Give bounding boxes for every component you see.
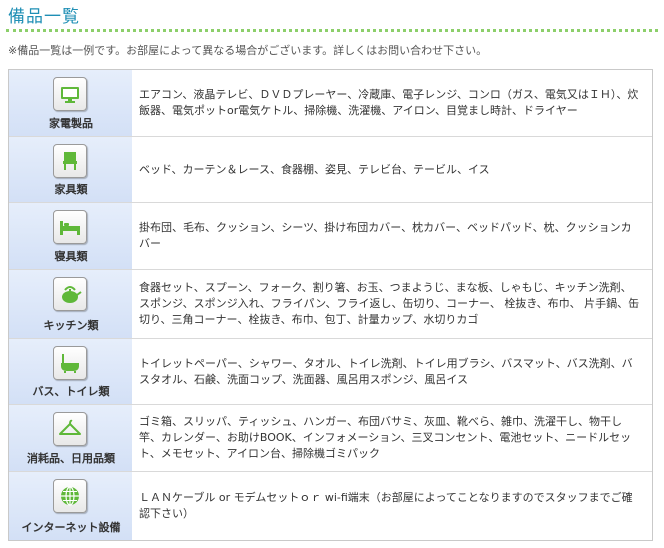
category-label: キッチン類 bbox=[43, 319, 99, 332]
kettle-icon bbox=[53, 277, 87, 311]
furniture-icon bbox=[53, 144, 87, 178]
table-row: 家電製品 エアコン、液晶テレビ、ＤＶＤプレーヤー、冷蔵庫、電子レンジ、コンロ（ガ… bbox=[9, 70, 652, 137]
table-row: バス、トイレ類 トイレットペーパー、シャワー、タオル、トイレ洗剤、トイレ用ブラシ… bbox=[9, 339, 652, 405]
items-text: トイレットペーパー、シャワー、タオル、トイレ洗剤、トイレ用ブラシ、バスマット、バ… bbox=[139, 356, 633, 386]
items-text: 食器セット、スプーン、フォーク、割り箸、お玉、つまようじ、まな板、しゃもじ、キッ… bbox=[139, 281, 640, 326]
table-row: キッチン類 食器セット、スプーン、フォーク、割り箸、お玉、つまようじ、まな板、し… bbox=[9, 270, 652, 339]
items-text: ＬＡＮケーブル or モデムセットｏｒ wi-fi端末（お部屋によってことなりま… bbox=[139, 491, 633, 520]
table-row: インターネット設備 ＬＡＮケーブル or モデムセットｏｒ wi-fi端末（お部… bbox=[9, 472, 652, 540]
category-cell-appliances: 家電製品 bbox=[9, 70, 133, 136]
equipment-table: 家電製品 エアコン、液晶テレビ、ＤＶＤプレーヤー、冷蔵庫、電子レンジ、コンロ（ガ… bbox=[8, 69, 653, 541]
hanger-icon bbox=[53, 412, 87, 446]
items-text: 掛布団、毛布、クッション、シーツ、掛け布団カバー、枕カバー、ベッドパッド、枕、ク… bbox=[139, 221, 632, 250]
items-text: エアコン、液晶テレビ、ＤＶＤプレーヤー、冷蔵庫、電子レンジ、コンロ（ガス、電気又… bbox=[139, 88, 639, 117]
category-cell-internet: インターネット設備 bbox=[9, 472, 133, 540]
items-text: ベッド、カーテン＆レース、食器棚、姿見、テレビ台、テービル、イス bbox=[139, 162, 490, 176]
category-label: 消耗品、日用品類 bbox=[27, 452, 115, 465]
category-label: バス、トイレ類 bbox=[32, 385, 110, 398]
title-divider bbox=[6, 29, 658, 32]
category-cell-kitchen: キッチン類 bbox=[9, 270, 133, 338]
category-label: 寝具類 bbox=[54, 250, 88, 263]
category-label: 家電製品 bbox=[49, 117, 93, 130]
bed-icon bbox=[53, 210, 87, 244]
category-label: 家具類 bbox=[54, 183, 88, 196]
items-text: ゴミ箱、スリッパ、ティッシュ、ハンガー、布団バサミ、灰皿、靴べら、雑巾、洗濯干し… bbox=[139, 415, 632, 460]
tv-icon bbox=[53, 77, 87, 111]
category-cell-consumables: 消耗品、日用品類 bbox=[9, 405, 133, 471]
bath-icon bbox=[53, 346, 87, 380]
table-row: 消耗品、日用品類 ゴミ箱、スリッパ、ティッシュ、ハンガー、布団バサミ、灰皿、靴べ… bbox=[9, 405, 652, 472]
table-row: 寝具類 掛布団、毛布、クッション、シーツ、掛け布団カバー、枕カバー、ベッドパッド… bbox=[9, 203, 652, 270]
category-cell-bath: バス、トイレ類 bbox=[9, 339, 133, 404]
page-title: 備品一覧 bbox=[8, 7, 80, 27]
category-label: インターネット設備 bbox=[21, 521, 121, 534]
disclaimer-note: ※備品一覧は一例です。お部屋によって異なる場合がございます。詳しくはお問い合わせ… bbox=[8, 44, 488, 57]
category-cell-furniture: 家具類 bbox=[9, 137, 133, 202]
table-row: 家具類 ベッド、カーテン＆レース、食器棚、姿見、テレビ台、テービル、イス bbox=[9, 137, 652, 203]
category-cell-bedding: 寝具類 bbox=[9, 203, 133, 269]
globe-icon bbox=[53, 479, 87, 513]
